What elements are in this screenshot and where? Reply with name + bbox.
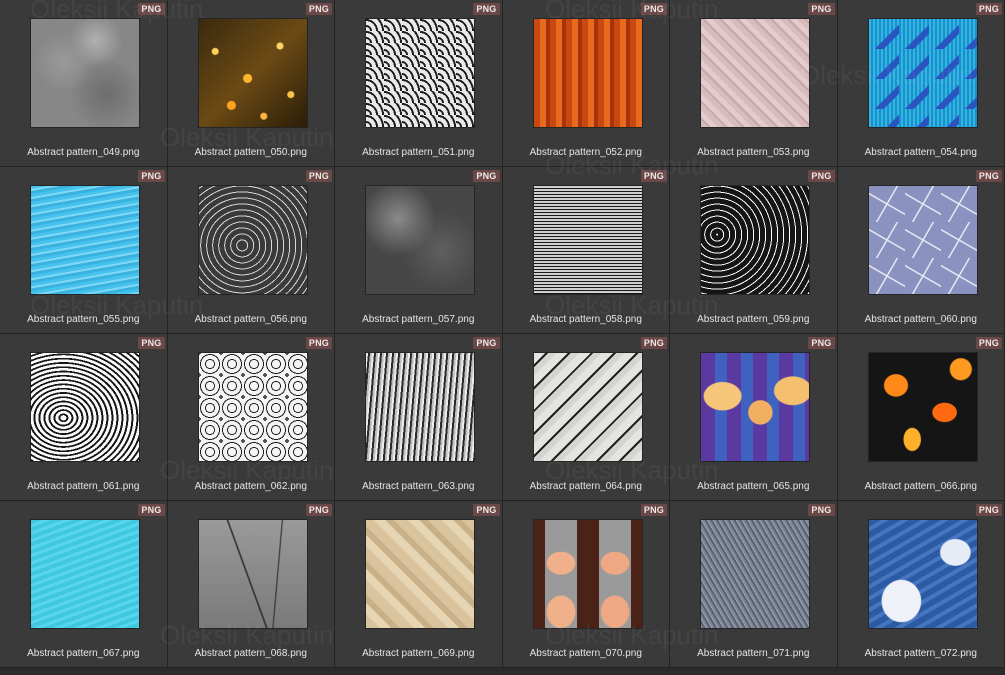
file-tile[interactable]: PNG Abstract pattern_056.png	[167, 167, 335, 334]
file-name: Abstract pattern_054.png	[864, 147, 977, 158]
file-tile[interactable]: PNG Abstract pattern_060.png	[837, 167, 1005, 334]
thumbnail-image	[31, 353, 139, 461]
thumbnail-image	[868, 19, 977, 127]
file-type-badge: PNG	[640, 504, 667, 516]
file-tile[interactable]: PNG Abstract pattern_068.png	[167, 501, 335, 668]
file-type-badge: PNG	[305, 504, 332, 516]
file-tile[interactable]: PNG Abstract pattern_053.png	[670, 0, 838, 167]
thumbnail-image	[198, 186, 307, 294]
thumbnail-image	[31, 186, 139, 294]
file-type-badge: PNG	[975, 504, 1002, 516]
file-type-badge: PNG	[473, 504, 500, 516]
thumbnail-image	[198, 353, 307, 461]
file-tile[interactable]: PNG Abstract pattern_065.png	[670, 334, 838, 501]
file-name: Abstract pattern_071.png	[697, 648, 810, 659]
file-tile[interactable]: PNG Abstract pattern_054.png	[837, 0, 1005, 167]
file-name: Abstract pattern_057.png	[362, 314, 475, 325]
file-name: Abstract pattern_068.png	[194, 648, 307, 659]
file-tile[interactable]: PNG Abstract pattern_051.png	[335, 0, 503, 167]
file-name: Abstract pattern_066.png	[864, 481, 977, 492]
file-grid: PNG Abstract pattern_049.png PNG Abstrac…	[0, 0, 1005, 675]
file-tile[interactable]: PNG Abstract pattern_050.png	[167, 0, 335, 167]
file-name: Abstract pattern_069.png	[362, 648, 475, 659]
thumbnail-image	[701, 520, 809, 628]
file-tile[interactable]: PNG Abstract pattern_070.png	[502, 501, 670, 668]
thumbnail-image	[533, 186, 642, 294]
file-type-badge: PNG	[808, 504, 835, 516]
thumbnail-image	[868, 353, 977, 461]
file-name: Abstract pattern_055.png	[27, 314, 140, 325]
file-name: Abstract pattern_070.png	[529, 648, 642, 659]
file-type-badge: PNG	[305, 337, 332, 349]
file-type-badge: PNG	[305, 3, 332, 15]
file-name: Abstract pattern_053.png	[697, 147, 810, 158]
file-type-badge: PNG	[138, 337, 165, 349]
file-type-badge: PNG	[473, 337, 500, 349]
file-type-badge: PNG	[808, 337, 835, 349]
thumbnail-image	[533, 353, 642, 461]
file-tile[interactable]: PNG Abstract pattern_057.png	[335, 167, 503, 334]
file-name: Abstract pattern_050.png	[194, 147, 307, 158]
file-type-badge: PNG	[640, 170, 667, 182]
file-name: Abstract pattern_052.png	[529, 147, 642, 158]
file-type-badge: PNG	[138, 170, 165, 182]
file-tile[interactable]: PNG Abstract pattern_049.png	[0, 0, 168, 167]
file-type-badge: PNG	[305, 170, 332, 182]
thumbnail-image	[701, 19, 809, 127]
file-type-badge: PNG	[808, 170, 835, 182]
thumbnail-image	[533, 19, 642, 127]
thumbnail-image	[31, 520, 139, 628]
file-name: Abstract pattern_051.png	[362, 147, 475, 158]
file-name: Abstract pattern_063.png	[362, 481, 475, 492]
file-tile[interactable]: PNG Abstract pattern_058.png	[502, 167, 670, 334]
file-tile[interactable]: PNG Abstract pattern_064.png	[502, 334, 670, 501]
file-name: Abstract pattern_060.png	[864, 314, 977, 325]
file-tile[interactable]: PNG Abstract pattern_071.png	[670, 501, 838, 668]
file-tile[interactable]: PNG Abstract pattern_055.png	[0, 167, 168, 334]
file-type-badge: PNG	[473, 3, 500, 15]
thumbnail-image	[868, 520, 977, 628]
thumbnail-image	[701, 186, 809, 294]
file-tile[interactable]: PNG Abstract pattern_063.png	[335, 334, 503, 501]
file-type-badge: PNG	[975, 3, 1002, 15]
file-tile[interactable]: PNG Abstract pattern_061.png	[0, 334, 168, 501]
file-type-badge: PNG	[138, 3, 165, 15]
file-name: Abstract pattern_049.png	[27, 147, 140, 158]
thumbnail-image	[366, 353, 474, 461]
file-tile[interactable]: PNG Abstract pattern_067.png	[0, 501, 168, 668]
file-name: Abstract pattern_061.png	[27, 481, 140, 492]
file-name: Abstract pattern_062.png	[194, 481, 307, 492]
file-tile[interactable]: PNG Abstract pattern_072.png	[837, 501, 1005, 668]
file-tile[interactable]: PNG Abstract pattern_066.png	[837, 334, 1005, 501]
file-type-badge: PNG	[975, 170, 1002, 182]
file-name: Abstract pattern_072.png	[864, 648, 977, 659]
file-type-badge: PNG	[640, 3, 667, 15]
file-type-badge: PNG	[138, 504, 165, 516]
thumbnail-image	[533, 520, 642, 628]
file-name: Abstract pattern_058.png	[529, 314, 642, 325]
file-name: Abstract pattern_059.png	[697, 314, 810, 325]
file-tile[interactable]: PNG Abstract pattern_062.png	[167, 334, 335, 501]
file-tile[interactable]: PNG Abstract pattern_069.png	[335, 501, 503, 668]
file-name: Abstract pattern_064.png	[529, 481, 642, 492]
file-type-badge: PNG	[473, 170, 500, 182]
thumbnail-image	[198, 520, 307, 628]
file-name: Abstract pattern_056.png	[194, 314, 307, 325]
file-type-badge: PNG	[975, 337, 1002, 349]
file-tile[interactable]: PNG Abstract pattern_059.png	[670, 167, 838, 334]
thumbnail-image	[366, 19, 474, 127]
thumbnail-image	[198, 19, 307, 127]
file-type-badge: PNG	[640, 337, 667, 349]
thumbnail-image	[868, 186, 977, 294]
thumbnail-image	[366, 186, 474, 294]
thumbnail-image	[366, 520, 474, 628]
thumbnail-image	[31, 19, 139, 127]
thumbnail-image	[701, 353, 809, 461]
file-name: Abstract pattern_067.png	[27, 648, 140, 659]
file-name: Abstract pattern_065.png	[697, 481, 810, 492]
file-type-badge: PNG	[808, 3, 835, 15]
file-tile[interactable]: PNG Abstract pattern_052.png	[502, 0, 670, 167]
